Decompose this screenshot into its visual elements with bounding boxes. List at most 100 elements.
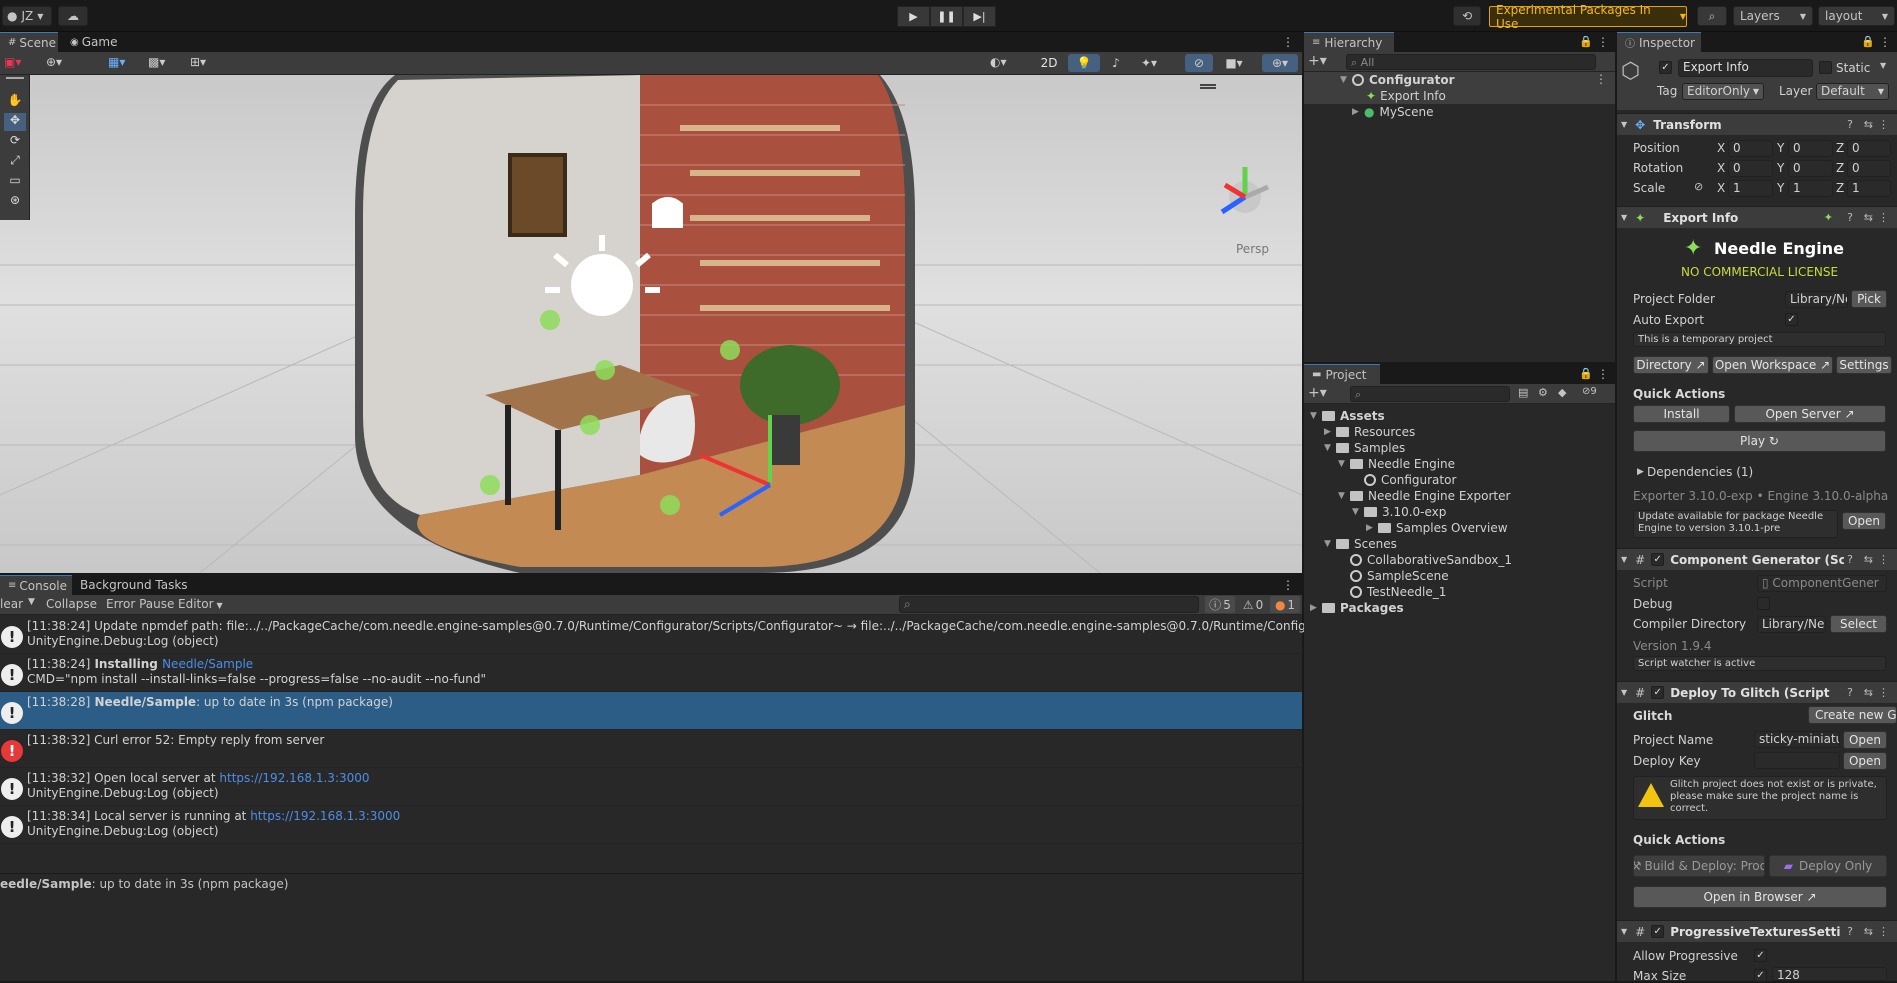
tree-item-resources[interactable]: ▶ Resources — [1324, 424, 1415, 440]
preset-icon[interactable]: ⇆ — [1864, 118, 1873, 131]
search-by-type-icon[interactable]: ▤ — [1518, 386, 1528, 399]
add-icon[interactable]: +▾ — [1308, 53, 1327, 69]
project-search-input[interactable]: ⌕ — [1350, 386, 1510, 402]
project-name-field[interactable]: sticky-miniatu — [1754, 731, 1840, 748]
help-icon[interactable]: ? — [1844, 553, 1853, 566]
hierarchy-search-input[interactable]: ⌕ All — [1346, 54, 1596, 70]
chevron-down-icon[interactable]: ▼ — [1880, 61, 1886, 70]
log-count-toggle[interactable]: ⓘ 5 — [1205, 596, 1235, 613]
tree-item-version-folder[interactable]: ▼ 3.10.0-exp — [1352, 504, 1446, 520]
preset-icon[interactable]: ⇆ — [1864, 925, 1873, 938]
layout-dropdown[interactable]: layout ▼ — [1818, 6, 1895, 26]
add-icon[interactable]: +▾ — [1308, 385, 1327, 401]
object-name-input[interactable]: Export Info — [1678, 59, 1813, 77]
preset-icon[interactable]: ⇆ — [1864, 686, 1873, 699]
editor-dropdown[interactable]: Editor ▼ — [178, 597, 223, 611]
favorite-icon[interactable]: ◆ — [1558, 386, 1566, 399]
audio-toggle[interactable]: ♪ — [1103, 54, 1129, 72]
tab-project[interactable]: ▬ Project — [1304, 364, 1380, 384]
lighting-toggle[interactable]: 💡 — [1068, 54, 1100, 72]
hand-tool-icon[interactable]: ✋ — [4, 93, 26, 111]
search-by-label-icon[interactable]: ⚙ — [1538, 386, 1548, 399]
more-menu-icon[interactable]: ⋮ — [1597, 367, 1609, 381]
project-folder-field[interactable]: Library/Ne — [1785, 291, 1848, 308]
directory-button[interactable]: Directory ↗ — [1633, 356, 1709, 374]
gizmos-toggle[interactable]: ⊕▾ — [1262, 54, 1298, 72]
component-enabled-checkbox[interactable]: ✓ — [1651, 925, 1665, 938]
compiler-directory-field[interactable]: Library/Nee — [1757, 616, 1826, 633]
camera-settings[interactable]: ■▾ — [1218, 54, 1250, 72]
rotation-x-field[interactable]: 0 — [1728, 160, 1773, 177]
more-menu-icon[interactable]: ⋮ — [1878, 553, 1889, 566]
component-enabled-checkbox[interactable]: ✓ — [1651, 686, 1665, 699]
settings-button[interactable]: Settings — [1836, 356, 1892, 374]
chevron-down-icon[interactable]: ▼ — [28, 597, 35, 607]
open-deploy-key-button[interactable]: Open — [1843, 752, 1887, 770]
scale-x-field[interactable]: 1 — [1728, 180, 1773, 197]
position-z-field[interactable]: 0 — [1847, 140, 1891, 157]
open-workspace-button[interactable]: Open Workspace ↗ — [1712, 356, 1833, 374]
server-link[interactable]: https://192.168.1.3:3000 — [250, 809, 400, 823]
rotation-z-field[interactable]: 0 — [1847, 160, 1891, 177]
help-icon[interactable]: ? — [1847, 211, 1853, 224]
debug-checkbox[interactable] — [1757, 597, 1770, 610]
experimental-packages-button[interactable]: Experimental Packages In Use ▼ — [1489, 3, 1687, 31]
caret-right-icon[interactable]: ▶ — [1637, 467, 1644, 477]
tag-dropdown[interactable]: EditorOnly ▼ — [1682, 83, 1764, 100]
step-button[interactable]: ▶| — [963, 6, 996, 27]
scale-tool-icon[interactable]: ⤢ — [4, 153, 26, 171]
export-info-header[interactable]: ▼ ✦ Export Info ✦ ? ⇆ ⋮ — [1617, 206, 1897, 228]
component-generator-header[interactable]: ▼ # ✓ Component Generator (Sc ? ⇆ ⋮ — [1617, 548, 1897, 570]
active-checkbox[interactable]: ✓ — [1659, 61, 1672, 74]
play-button[interactable]: ▶ — [897, 6, 930, 27]
more-menu-icon[interactable]: ⋮ — [1282, 578, 1294, 592]
more-menu-icon[interactable]: ⋮ — [1878, 925, 1889, 938]
select-button[interactable]: Select — [1830, 615, 1887, 633]
log-entry[interactable]: ! [11:38:32] Open local server at https:… — [0, 768, 1302, 806]
more-menu-icon[interactable]: ⋮ — [1879, 35, 1891, 49]
clear-button[interactable]: lear — [0, 597, 23, 611]
shading-mode-icon[interactable]: ◐▾ — [990, 55, 1020, 71]
tab-game[interactable]: ◉ Game — [62, 32, 125, 52]
tab-inspector[interactable]: ⓘ Inspector — [1617, 32, 1701, 52]
global-icon[interactable]: ⊕▾ — [46, 55, 80, 71]
max-size-field[interactable]: 128 — [1772, 967, 1887, 981]
rect-tool-icon[interactable]: ▭ — [4, 173, 26, 191]
transform-header[interactable]: ▼ ✥ Transform ? ⇆ ⋮ — [1617, 113, 1897, 135]
log-entry[interactable]: ! [11:38:28] Needle/Sample: up to date i… — [0, 692, 1302, 730]
effects-toggle[interactable]: ✦▾ — [1133, 54, 1165, 72]
lock-icon[interactable]: 🔒 — [1579, 367, 1593, 380]
open-in-browser-button[interactable]: Open in Browser ↗ — [1633, 886, 1887, 908]
dependencies-foldout[interactable]: Dependencies (1) — [1647, 465, 1753, 479]
cloud-button[interactable]: ☁ — [58, 6, 88, 26]
overlay-menu-icon[interactable] — [1200, 84, 1216, 89]
max-size-checkbox[interactable]: ✓ — [1754, 969, 1767, 982]
create-new-button[interactable]: Create new G — [1808, 706, 1897, 724]
tree-item-samples-overview[interactable]: ▶ Samples Overview — [1366, 520, 1508, 536]
open-project-button[interactable]: Open — [1843, 731, 1887, 749]
drag-handle[interactable] — [6, 77, 24, 82]
log-entry[interactable]: ! [11:38:24] Installing Needle/Sample CM… — [0, 654, 1302, 692]
static-checkbox[interactable] — [1819, 61, 1832, 74]
scale-y-field[interactable]: 1 — [1788, 180, 1833, 197]
layers-dropdown[interactable]: Layers ▼ — [1733, 6, 1813, 26]
warning-count-toggle[interactable]: ⚠ 0 — [1238, 596, 1268, 613]
lock-icon[interactable]: 🔒 — [1861, 35, 1875, 48]
visibility-toggle[interactable]: ⊘ — [1185, 54, 1213, 72]
error-pause-button[interactable]: Error Pause — [106, 597, 174, 611]
allow-progressive-checkbox[interactable]: ✓ — [1754, 949, 1767, 962]
transform-tool-icon[interactable]: ⊛ — [4, 193, 26, 211]
tab-scene[interactable]: # Scene — [0, 32, 58, 52]
rotate-tool-icon[interactable]: ⟳ — [4, 133, 26, 151]
tree-item-collaborative-sandbox[interactable]: CollaborativeSandbox_1 — [1350, 552, 1512, 568]
help-icon[interactable]: ? — [1844, 925, 1853, 938]
tree-item-needle-engine[interactable]: ▼ Needle Engine — [1338, 456, 1455, 472]
deploy-glitch-header[interactable]: ▼ # ✓ Deploy To Glitch (Script ? ⇆ ⋮ — [1617, 681, 1897, 703]
log-entry[interactable]: ! [11:38:32] Curl error 52: Empty reply … — [0, 730, 1302, 768]
tree-item-testneedle[interactable]: TestNeedle_1 — [1350, 584, 1446, 600]
tab-console[interactable]: ≡ Console — [0, 575, 72, 595]
pause-button[interactable]: ❚❚ — [930, 6, 963, 27]
more-menu-icon[interactable]: ⋮ — [1282, 35, 1294, 49]
hidden-packages-icon[interactable]: ⊘9 — [1582, 386, 1597, 397]
help-icon[interactable]: ? — [1844, 686, 1853, 699]
